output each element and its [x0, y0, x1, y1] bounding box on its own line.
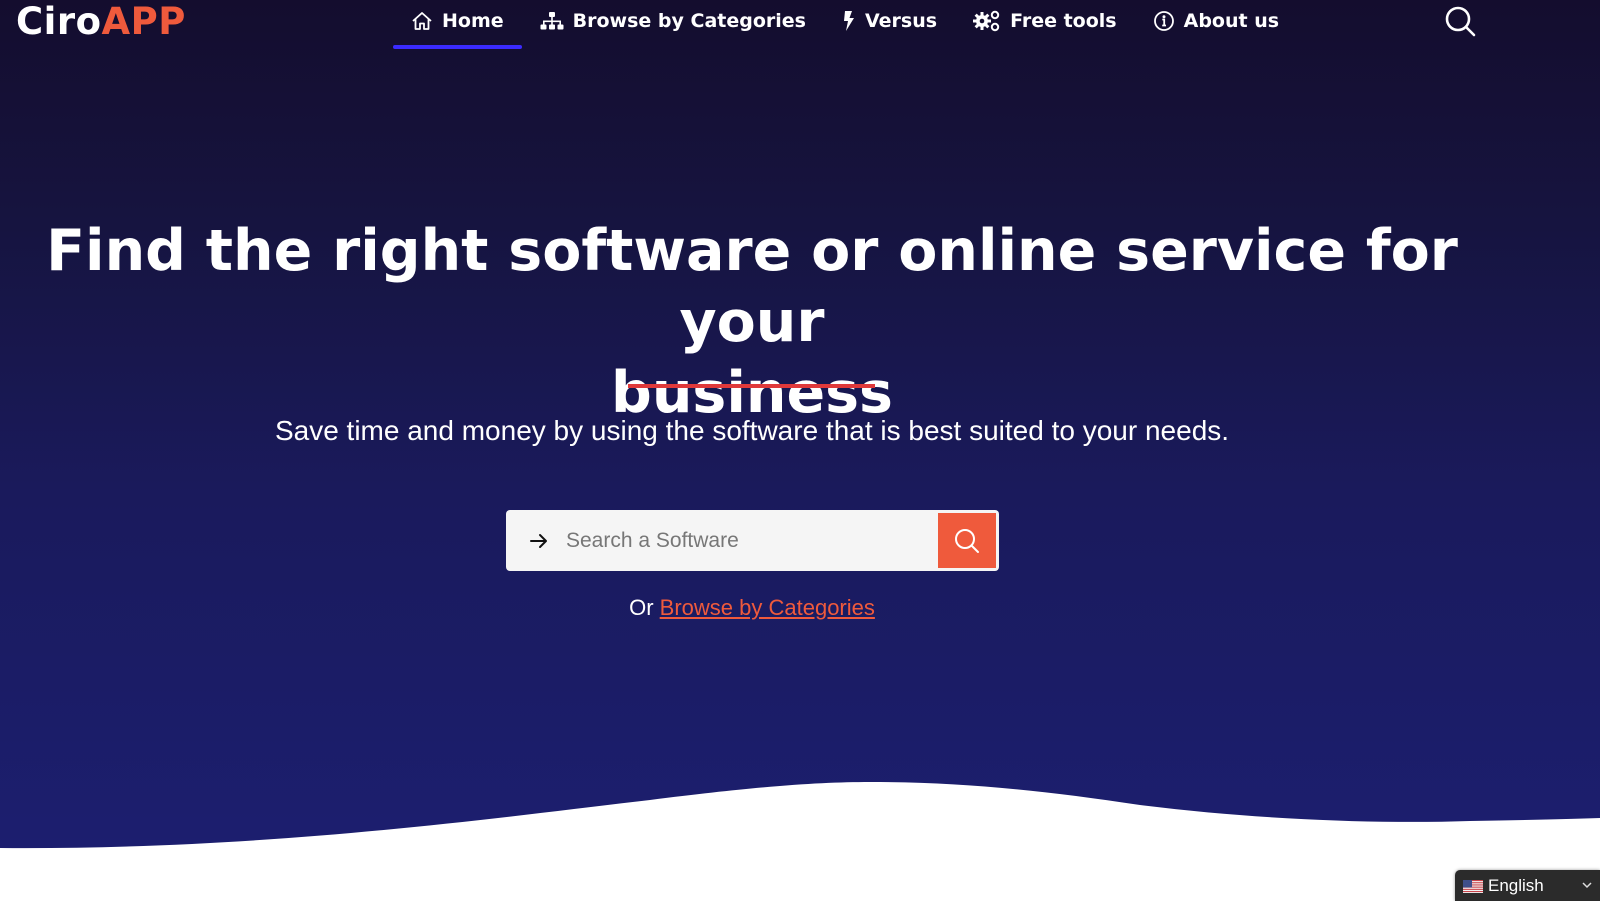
hero-wave-divider	[0, 782, 1600, 901]
arrow-right-icon	[522, 532, 556, 550]
browse-categories-prompt: Or Browse by Categories	[0, 594, 1504, 622]
hero-subtitle: Save time and money by using the softwar…	[274, 415, 1230, 446]
top-navigation-bar: CiroAPP Home Browse by Categories Versus	[0, 0, 1600, 52]
main-nav: Home Browse by Categories Versus Free to…	[393, 0, 1297, 50]
nav-item-home[interactable]: Home	[393, 0, 522, 49]
hero-headline-line1: Find the right software or online servic…	[46, 218, 1458, 355]
language-selector[interactable]: English	[1455, 870, 1600, 901]
gears-icon	[973, 10, 1001, 32]
nav-item-label: Versus	[864, 10, 938, 32]
nav-item-free-tools[interactable]: Free tools	[955, 0, 1135, 42]
header-search-button[interactable]	[1444, 5, 1478, 39]
nav-item-label: About us	[1183, 10, 1280, 32]
nav-item-label: Free tools	[1010, 10, 1117, 32]
sitemap-icon	[540, 11, 564, 31]
home-icon	[411, 11, 433, 31]
search-icon	[955, 528, 979, 553]
search-submit-button[interactable]	[938, 513, 996, 568]
chevron-down-icon	[1582, 882, 1592, 889]
brand-logo-part2: APP	[101, 0, 186, 43]
browse-by-categories-link[interactable]: Browse by Categories	[660, 595, 875, 620]
software-search-form	[506, 510, 999, 571]
us-flag-icon	[1463, 879, 1483, 893]
nav-item-label: Browse by Categories	[572, 10, 806, 32]
bolt-icon	[842, 10, 856, 32]
nav-item-browse-by-categories[interactable]: Browse by Categories	[522, 0, 824, 42]
software-search-input[interactable]	[556, 510, 938, 571]
brand-logo[interactable]: CiroAPP	[16, 2, 186, 42]
search-icon	[1445, 6, 1476, 37]
browse-prefix: Or	[629, 595, 654, 620]
info-icon	[1153, 10, 1175, 32]
nav-item-about-us[interactable]: About us	[1135, 0, 1297, 42]
brand-logo-part1: Ciro	[16, 0, 102, 43]
nav-item-label: Home	[442, 10, 504, 32]
nav-item-versus[interactable]: Versus	[824, 0, 955, 42]
headline-divider	[628, 384, 875, 388]
language-selected-label: English	[1488, 875, 1544, 895]
hero-headline: Find the right software or online servic…	[40, 216, 1464, 429]
